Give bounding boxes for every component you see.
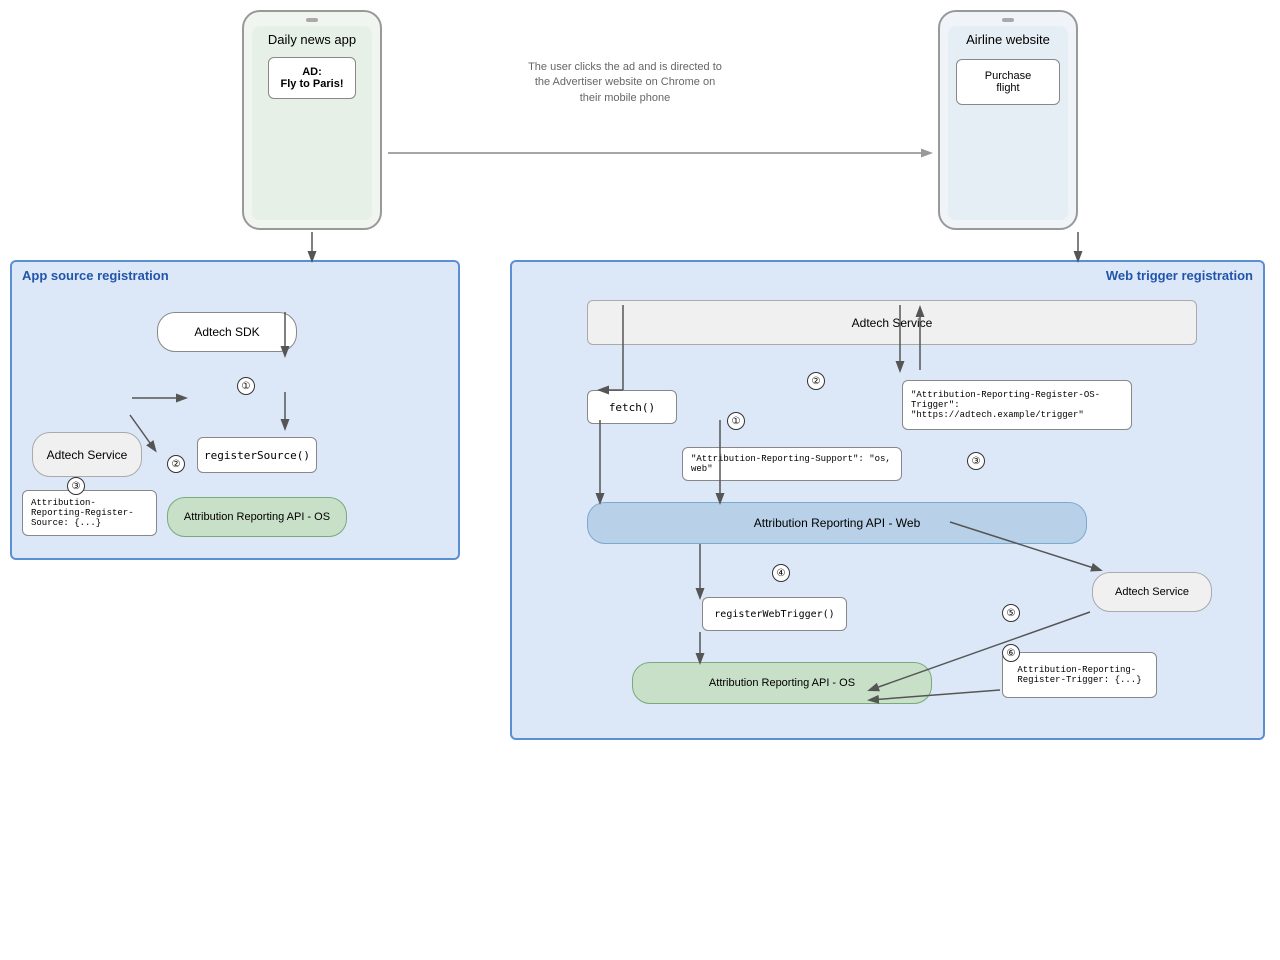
ad-box: AD:Fly to Paris! — [268, 57, 357, 99]
web-trigger-title: Web trigger registration — [1106, 268, 1253, 283]
fetch-box: fetch() — [587, 390, 677, 424]
daily-news-screen: Daily news app AD:Fly to Paris! — [252, 26, 372, 220]
web-trigger-box: Web trigger registration Adtech Service … — [510, 260, 1265, 740]
app-step-3: ③ — [67, 477, 85, 495]
web-step-1: ① — [727, 412, 745, 430]
web-adtech-service-right-box: Adtech Service — [1092, 572, 1212, 612]
code-trigger-box: Attribution-Reporting- Register-Trigger:… — [1002, 652, 1157, 698]
web-attribution-os-box: Attribution Reporting API - OS — [632, 662, 932, 704]
adtech-sdk-box: Adtech SDK — [157, 312, 297, 352]
app-source-title: App source registration — [22, 268, 169, 283]
web-step-2: ② — [807, 372, 825, 390]
diagram: Daily news app AD:Fly to Paris! Airline … — [0, 0, 1280, 960]
daily-news-title: Daily news app — [268, 32, 356, 47]
support-header-box: "Attribution-Reporting-Support": "os, we… — [682, 447, 902, 481]
arrow-label-text: The user clicks the ad and is directed t… — [528, 61, 722, 104]
register-source-text: registerSource() — [204, 449, 310, 462]
app-step-1: ① — [237, 377, 255, 395]
register-web-trigger-box: registerWebTrigger() — [702, 597, 847, 631]
purchase-box: Purchase flight — [956, 59, 1060, 105]
purchase-text: Purchase flight — [985, 70, 1031, 94]
register-source-box: registerSource() — [197, 437, 317, 473]
ad-text: AD:Fly to Paris! — [281, 66, 344, 90]
web-step-5: ⑤ — [1002, 604, 1020, 622]
web-step-6: ⑥ — [1002, 644, 1020, 662]
airline-title: Airline website — [966, 32, 1050, 47]
app-step-2: ② — [167, 455, 185, 473]
airline-screen: Airline website Purchase flight — [948, 26, 1068, 220]
web-step-4: ④ — [772, 564, 790, 582]
os-trigger-header-box: "Attribution-Reporting-Register-OS-Trigg… — [902, 380, 1132, 430]
phone-camera-left — [306, 18, 318, 22]
app-attribution-os-box: Attribution Reporting API - OS — [167, 497, 347, 537]
airline-phone: Airline website Purchase flight — [938, 10, 1078, 230]
user-action-label: The user clicks the ad and is directed t… — [420, 60, 830, 106]
app-source-box: App source registration Adtech SDK Adtec… — [10, 260, 460, 560]
web-step-3: ③ — [967, 452, 985, 470]
phone-camera-right — [1002, 18, 1014, 22]
daily-news-phone: Daily news app AD:Fly to Paris! — [242, 10, 382, 230]
attribution-web-box: Attribution Reporting API - Web — [587, 502, 1087, 544]
app-code-box: Attribution-Reporting-Register- Source: … — [22, 490, 157, 536]
app-adtech-service-box: Adtech Service — [32, 432, 142, 477]
web-adtech-service-top-box: Adtech Service — [587, 300, 1197, 345]
